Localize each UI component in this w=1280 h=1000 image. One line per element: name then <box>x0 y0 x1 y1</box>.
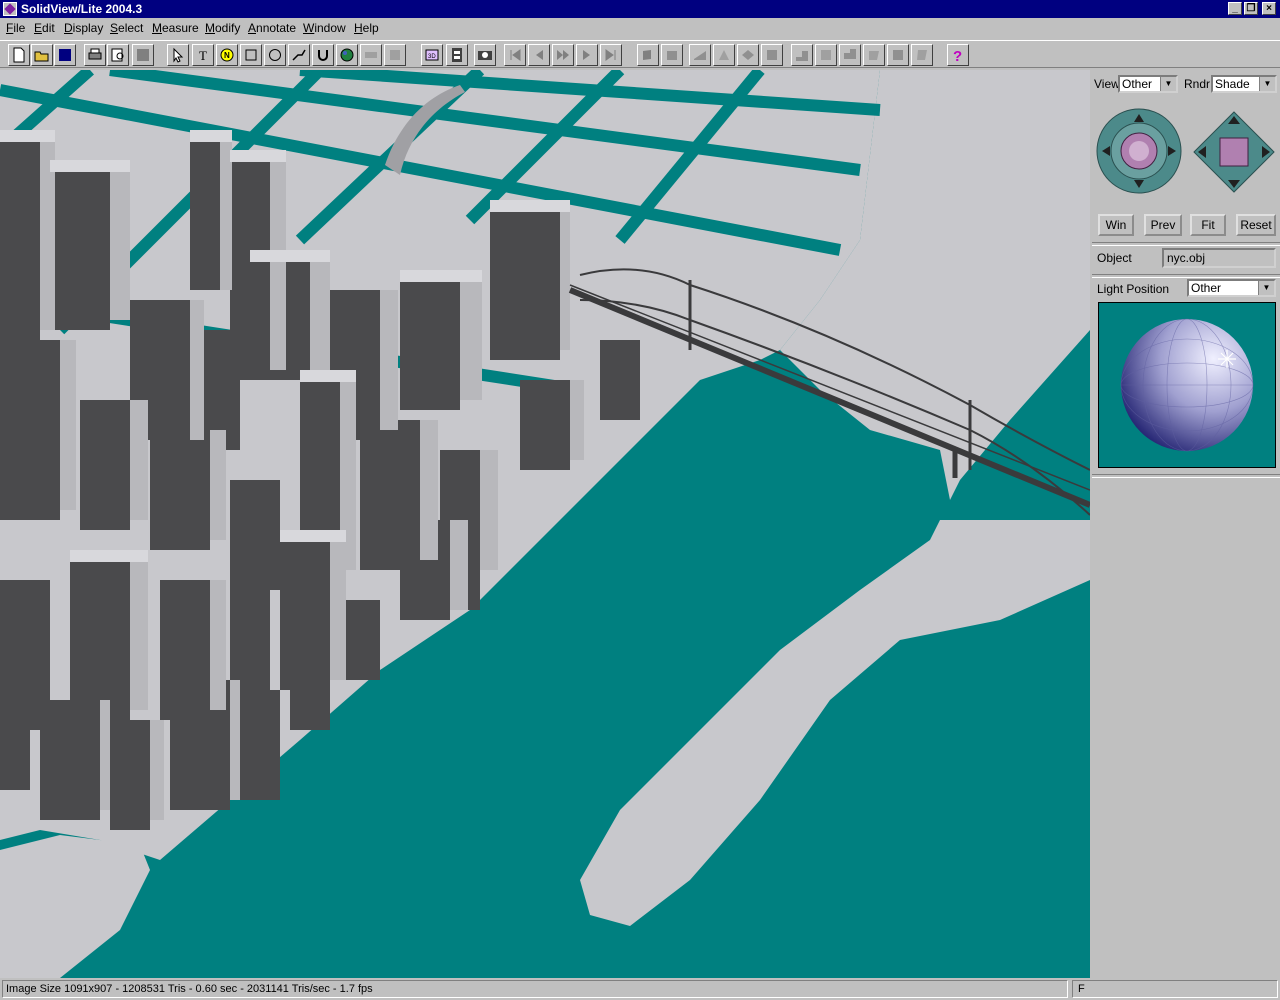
shade-1-icon[interactable] <box>637 44 659 66</box>
last-frame-icon[interactable] <box>600 44 622 66</box>
view-select[interactable]: Other ▼ <box>1118 75 1178 93</box>
panel-divider <box>1092 274 1280 278</box>
first-frame-icon[interactable] <box>504 44 526 66</box>
blank-tool-icon[interactable] <box>132 44 154 66</box>
shade-10-icon[interactable] <box>863 44 885 66</box>
menu-modify[interactable]: Modify <box>205 21 240 35</box>
blank-tool-1-icon[interactable] <box>360 44 382 66</box>
new-file-icon[interactable] <box>8 44 30 66</box>
fit-button[interactable]: Fit <box>1190 214 1226 236</box>
svg-text:?: ? <box>953 48 962 63</box>
shade-11-icon[interactable] <box>887 44 909 66</box>
rndr-select[interactable]: Shade ▼ <box>1211 75 1277 93</box>
select-arrow-icon[interactable] <box>167 44 189 66</box>
object-field[interactable]: nyc.obj <box>1162 248 1276 268</box>
note-tool-icon[interactable]: N <box>216 44 238 66</box>
reset-button[interactable]: Reset <box>1236 214 1276 236</box>
restore-button[interactable]: ❐ <box>1244 2 1258 15</box>
svg-text:N: N <box>224 51 230 60</box>
chevron-down-icon[interactable]: ▼ <box>1258 281 1274 295</box>
minimize-button[interactable]: _ <box>1228 2 1242 15</box>
3d-viewport[interactable] <box>0 70 1090 978</box>
view-3d-icon[interactable]: 3D <box>421 44 443 66</box>
arc-tool-icon[interactable] <box>312 44 334 66</box>
shade-4-icon[interactable] <box>713 44 735 66</box>
status-text: Image Size 1091x907 - 1208531 Tris - 0.6… <box>2 980 1068 998</box>
shade-8-icon[interactable] <box>815 44 837 66</box>
play-icon[interactable] <box>552 44 574 66</box>
close-button[interactable]: × <box>1262 2 1276 15</box>
menu-edit[interactable]: Edit <box>34 21 55 35</box>
toolbar: T N 3D ? <box>0 40 1280 68</box>
rotate-dial-icon[interactable] <box>1096 108 1182 194</box>
open-file-icon[interactable] <box>31 44 53 66</box>
menu-display[interactable]: Display <box>64 21 103 35</box>
panel-divider <box>1092 242 1280 246</box>
menu-file[interactable]: File <box>6 21 25 35</box>
status-bar: Image Size 1091x907 - 1208531 Tris - 0.6… <box>0 978 1280 1000</box>
menu-help[interactable]: Help <box>354 21 379 35</box>
app-icon[interactable] <box>3 2 17 16</box>
print-preview-icon[interactable] <box>107 44 129 66</box>
panel-divider <box>1092 474 1280 478</box>
chevron-down-icon[interactable]: ▼ <box>1259 77 1275 91</box>
svg-text:T: T <box>199 48 207 63</box>
globe-icon[interactable] <box>336 44 358 66</box>
print-icon[interactable] <box>84 44 106 66</box>
shade-5-icon[interactable] <box>737 44 759 66</box>
line-tool-icon[interactable] <box>288 44 310 66</box>
text-tool-icon[interactable]: T <box>192 44 214 66</box>
help-icon[interactable]: ? <box>947 44 969 66</box>
menu-annotate[interactable]: Annotate <box>248 21 296 35</box>
shade-9-icon[interactable] <box>839 44 861 66</box>
blank-tool-2-icon[interactable] <box>384 44 406 66</box>
save-icon[interactable] <box>54 44 76 66</box>
city-scene-render <box>0 70 1090 978</box>
light-sphere-icon <box>1120 318 1254 452</box>
light-position-select-value: Other <box>1191 281 1222 295</box>
camera-icon[interactable] <box>474 44 496 66</box>
ellipse-tool-icon[interactable] <box>264 44 286 66</box>
title-bar: SolidView/Lite 2004.3 _ ❐ × <box>0 0 1280 18</box>
prev-button[interactable]: Prev <box>1144 214 1182 236</box>
light-position-label: Light Position <box>1097 282 1170 296</box>
menu-window[interactable]: Window <box>303 21 346 35</box>
rectangle-tool-icon[interactable] <box>240 44 262 66</box>
right-panel: View Other ▼ Rndr Shade ▼ Win Prev Fit R… <box>1092 70 1280 978</box>
view-select-value: Other <box>1122 77 1153 91</box>
film-icon[interactable] <box>446 44 468 66</box>
light-position-viewer[interactable] <box>1098 302 1276 468</box>
pan-pad-icon[interactable] <box>1192 110 1276 194</box>
shade-2-icon[interactable] <box>661 44 683 66</box>
window-title: SolidView/Lite 2004.3 <box>21 2 143 16</box>
shade-6-icon[interactable] <box>761 44 783 66</box>
shade-7-icon[interactable] <box>791 44 813 66</box>
chevron-down-icon[interactable]: ▼ <box>1160 77 1176 91</box>
rndr-select-value: Shade <box>1215 77 1250 91</box>
svg-text:3D: 3D <box>428 54 436 60</box>
next-frame-icon[interactable] <box>576 44 598 66</box>
rndr-label: Rndr <box>1184 77 1211 91</box>
status-flag: F <box>1072 980 1278 998</box>
shade-12-icon[interactable] <box>911 44 933 66</box>
menu-select[interactable]: Select <box>110 21 143 35</box>
prev-frame-icon[interactable] <box>528 44 550 66</box>
menu-measure[interactable]: Measure <box>152 21 199 35</box>
light-position-select[interactable]: Other ▼ <box>1187 279 1276 297</box>
object-label: Object <box>1097 251 1132 265</box>
shade-3-icon[interactable] <box>689 44 711 66</box>
win-button[interactable]: Win <box>1098 214 1134 236</box>
menu-bar: File Edit Display Select Measure Modify … <box>0 18 1280 38</box>
view-label: View <box>1094 77 1120 91</box>
